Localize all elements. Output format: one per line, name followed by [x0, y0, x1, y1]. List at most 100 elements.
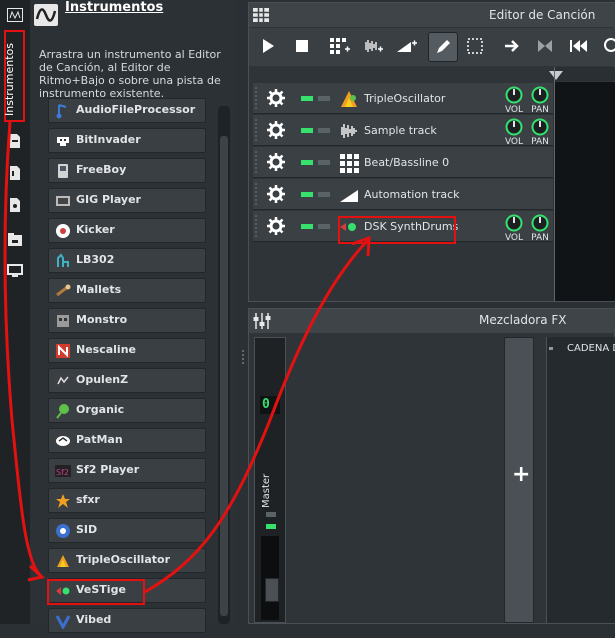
track-solo-button[interactable] — [318, 96, 330, 101]
pan-knob[interactable] — [531, 214, 549, 232]
browser-scrollbar-thumb[interactable] — [220, 136, 228, 616]
master-channel-strip[interactable]: 0 Master — [254, 337, 286, 623]
gear-icon[interactable] — [267, 217, 285, 235]
track-solo-button[interactable] — [318, 192, 330, 197]
rewind-icon[interactable] — [565, 32, 593, 60]
computer-icon[interactable] — [7, 264, 23, 278]
instrument-item-bitinvader[interactable]: BitInvader — [48, 128, 206, 153]
track-drag-handle[interactable] — [255, 119, 261, 141]
instrument-item-opulenz[interactable]: OpulenZ — [48, 368, 206, 393]
master-solo-button[interactable] — [266, 524, 276, 529]
instrument-label: Kicker — [76, 223, 115, 236]
annotation-highlight-vestige — [47, 579, 145, 605]
add-automation-track-icon[interactable] — [393, 32, 421, 60]
track-solo-button[interactable] — [318, 160, 330, 165]
arrow-icon[interactable] — [498, 32, 526, 60]
track-drag-handle[interactable] — [255, 151, 261, 173]
master-fader-handle[interactable] — [265, 578, 279, 602]
instrument-item-nescaline[interactable]: Nescaline — [48, 338, 206, 363]
organic-icon — [55, 403, 71, 419]
playhead-marker[interactable] — [549, 71, 563, 80]
instrument-item-organic[interactable]: Organic — [48, 398, 206, 423]
song-grid[interactable] — [555, 82, 615, 301]
song-editor-titlebar[interactable]: Editor de Canción — [249, 3, 615, 27]
instrument-item-mallets[interactable]: Mallets — [48, 278, 206, 303]
instrument-item-monstro[interactable]: Monstro — [48, 308, 206, 333]
instrument-item-sf2-player[interactable]: Sf2 Sf2 Player — [48, 458, 206, 483]
effects-chain-led[interactable] — [549, 347, 553, 350]
master-mute-button[interactable] — [266, 512, 276, 517]
instrument-plugin-icon — [34, 4, 58, 26]
track-drag-handle[interactable] — [255, 87, 261, 109]
track-solo-button[interactable] — [318, 128, 330, 133]
annotation-highlight-dsk-synthdrums — [338, 216, 456, 244]
pan-knob[interactable] — [531, 118, 549, 136]
gear-icon[interactable] — [267, 153, 285, 171]
track-knobs: VOL PAN — [504, 86, 553, 115]
instrument-item-audiofileprocessor[interactable]: AudioFileProcessor — [48, 98, 206, 123]
instrument-label: Vibed — [76, 613, 112, 626]
tripleoscillator-icon — [55, 553, 71, 569]
panel-splitter[interactable] — [236, 0, 248, 624]
home-folder-icon[interactable] — [7, 232, 23, 246]
add-sample-track-icon[interactable] — [359, 32, 387, 60]
track-row[interactable]: Sample track VOL PAN — [253, 115, 553, 147]
track-name[interactable]: Sample track — [364, 124, 437, 137]
volume-knob[interactable] — [505, 86, 523, 104]
draw-mode-icon[interactable] — [428, 32, 458, 62]
song-timeline[interactable] — [555, 67, 615, 81]
gear-icon[interactable] — [267, 185, 285, 203]
pan-label: PAN — [531, 137, 549, 147]
pan-knob[interactable] — [531, 86, 549, 104]
volume-knob[interactable] — [505, 118, 523, 136]
track-name[interactable]: TripleOscillator — [364, 92, 445, 105]
bowtie-icon[interactable] — [531, 32, 559, 60]
track-row[interactable]: Beat/Bassline 0 — [253, 147, 553, 178]
instrument-plugin-icon[interactable] — [7, 8, 23, 22]
effects-chain-label: CADENA D — [567, 343, 615, 354]
track-mute-button[interactable] — [301, 96, 313, 101]
track-solo-button[interactable] — [318, 224, 330, 229]
add-beat-bassline-icon[interactable] — [326, 32, 354, 60]
instrument-label: Sf2 Player — [76, 463, 140, 476]
fx-mixer-titlebar[interactable]: Mezcladora FX — [249, 309, 615, 333]
zoom-icon[interactable] — [597, 32, 615, 60]
instrument-label: GIG Player — [76, 193, 141, 206]
instrument-label: Monstro — [76, 313, 128, 326]
sample-file-icon[interactable] — [7, 166, 23, 180]
volume-knob[interactable] — [505, 214, 523, 232]
instrument-item-kicker[interactable]: Kicker — [48, 218, 206, 243]
project-file-icon[interactable] — [7, 134, 23, 148]
track-name[interactable]: Beat/Bassline 0 — [364, 156, 449, 169]
instrument-label: FreeBoy — [76, 163, 127, 176]
track-drag-handle[interactable] — [255, 183, 261, 205]
gear-icon[interactable] — [267, 89, 285, 107]
track-row[interactable]: Automation track — [253, 179, 553, 210]
instrument-item-gig-player[interactable]: GIG Player — [48, 188, 206, 213]
track-mute-button[interactable] — [301, 160, 313, 165]
track-drag-handle[interactable] — [255, 215, 261, 237]
instrument-item-tripleoscillator[interactable]: TripleOscillator — [48, 548, 206, 573]
track-row[interactable]: TripleOscillator VOL PAN — [253, 83, 553, 115]
track-knobs: VOL PAN — [505, 214, 553, 243]
track-mute-button[interactable] — [301, 224, 313, 229]
play-icon[interactable] — [254, 32, 282, 60]
preset-file-icon[interactable] — [7, 198, 23, 212]
stop-icon[interactable] — [288, 32, 316, 60]
opulenz-icon — [55, 373, 71, 389]
instrument-item-sid[interactable]: SID — [48, 518, 206, 543]
song-editor-icon — [253, 8, 269, 22]
instrument-item-vibed[interactable]: Vibed — [48, 608, 206, 633]
track-mute-button[interactable] — [301, 128, 313, 133]
browser-scrollbar[interactable] — [218, 106, 230, 624]
instrument-item-sfxr[interactable]: sfxr — [48, 488, 206, 513]
instrument-item-freeboy[interactable]: FreeBoy — [48, 158, 206, 183]
instrument-item-patman[interactable]: PatMan — [48, 428, 206, 453]
track-mute-button[interactable] — [301, 192, 313, 197]
volume-label: VOL — [504, 105, 524, 115]
add-fx-channel-button[interactable]: + — [504, 337, 534, 623]
track-name[interactable]: Automation track — [364, 188, 460, 201]
instrument-item-lb302[interactable]: LB302 — [48, 248, 206, 273]
select-mode-icon[interactable] — [461, 32, 489, 60]
gear-icon[interactable] — [267, 121, 285, 139]
